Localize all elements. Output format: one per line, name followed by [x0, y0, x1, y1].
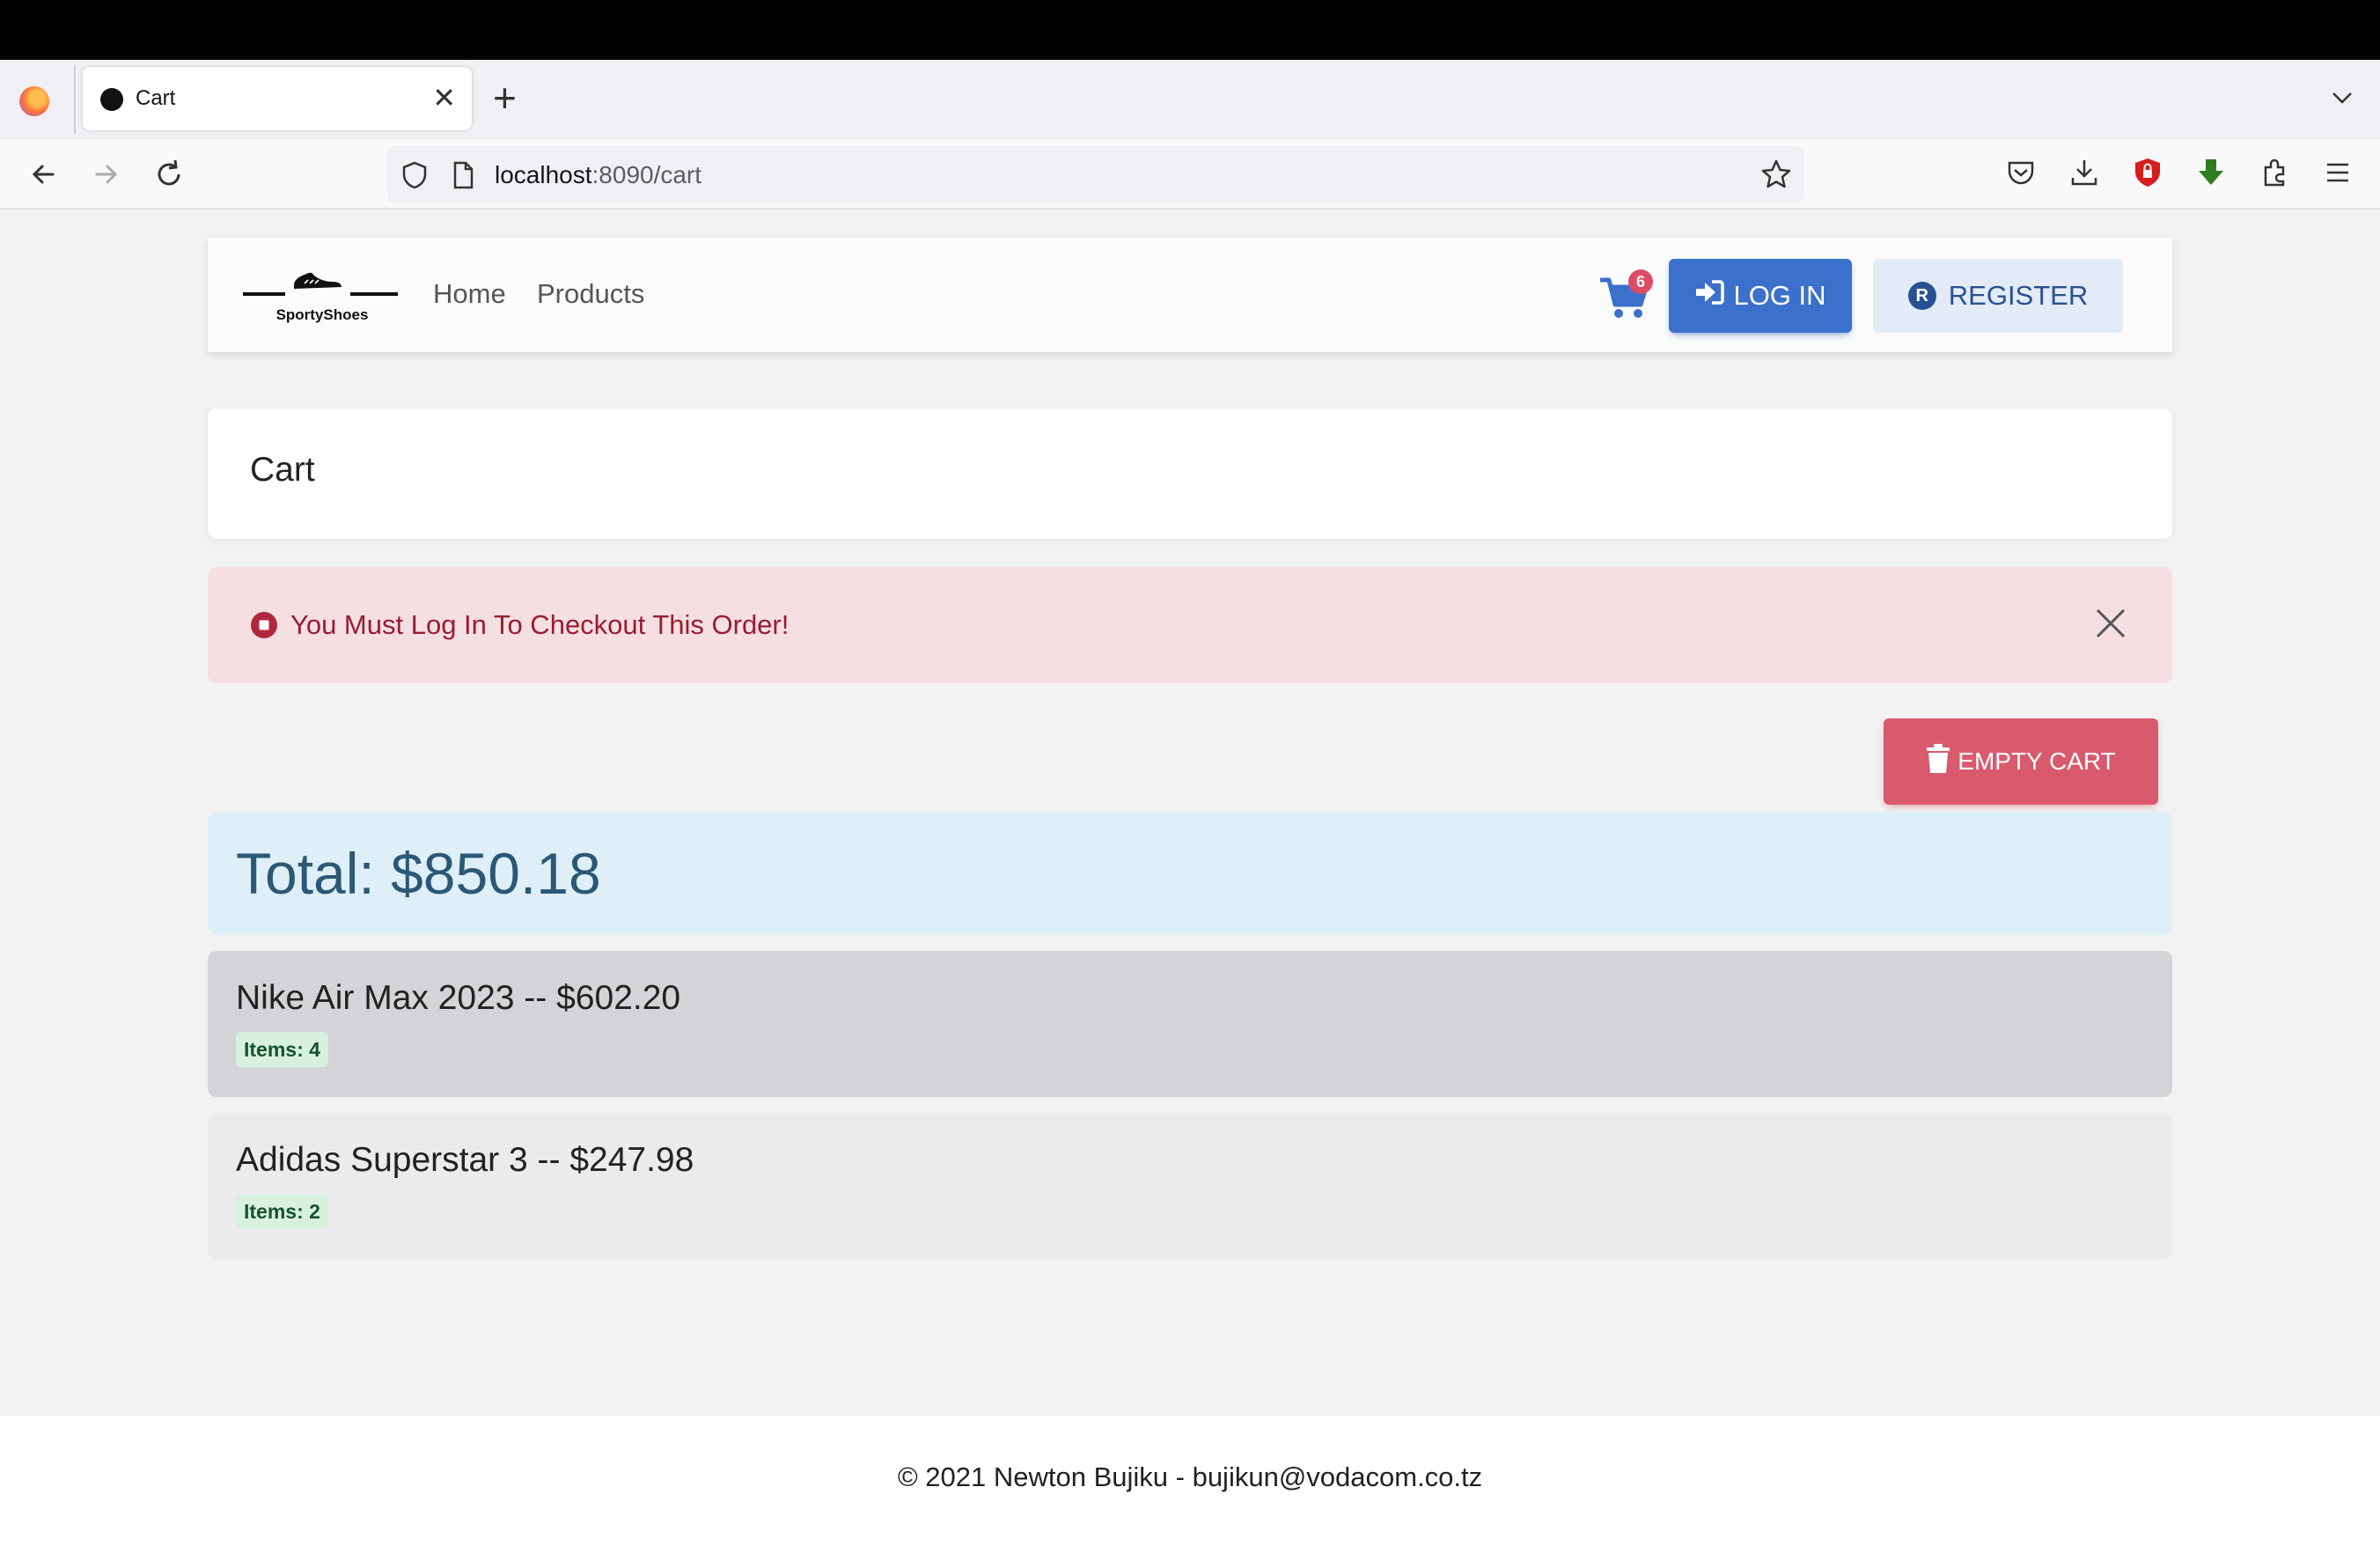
register-button[interactable]: R REGISTER [1873, 259, 2123, 333]
registered-icon: R [1907, 282, 1936, 310]
login-label: LOG IN [1733, 280, 1826, 311]
pocket-icon[interactable] [2005, 157, 2037, 193]
extensions-icon[interactable] [2259, 157, 2290, 193]
list-item[interactable]: Nike Air Max 2023 -- $602.20 Items: 4 [208, 951, 2172, 1097]
trash-icon [1926, 743, 1950, 780]
forward-icon[interactable] [88, 157, 123, 196]
item-quantity-badge: Items: 4 [236, 1032, 328, 1067]
item-title: Adidas Superstar 3 -- $247.98 [236, 1141, 694, 1179]
item-title: Nike Air Max 2023 -- $602.20 [236, 979, 681, 1017]
firefox-icon[interactable] [19, 86, 49, 116]
url-bar[interactable]: localhost:8090/cart [387, 146, 1804, 202]
empty-cart-label: EMPTY CART [1958, 747, 2116, 775]
brand-name: SportyShoes [275, 306, 369, 323]
cart-total-panel: Total: $850.18 [208, 812, 2172, 935]
nav-link-products[interactable]: Products [537, 278, 644, 310]
nav-link-home[interactable]: Home [433, 278, 506, 310]
login-button[interactable]: LOG IN [1669, 259, 1852, 333]
tab-divider [74, 65, 76, 134]
page-icon[interactable] [449, 160, 477, 195]
download-arrow-green-icon[interactable] [2195, 157, 2227, 193]
favicon-icon [100, 88, 123, 111]
browser-tabstrip: Cart ✕ + [0, 60, 2380, 139]
browser-toolbar: localhost:8090/cart [0, 139, 2380, 210]
download-icon[interactable] [2068, 157, 2100, 193]
new-tab-button[interactable]: + [493, 76, 517, 120]
cart-total: Total: $850.18 [236, 841, 601, 906]
empty-cart-button[interactable]: EMPTY CART [1884, 718, 2158, 805]
list-item[interactable]: Adidas Superstar 3 -- $247.98 Items: 2 [208, 1113, 2172, 1259]
shield-icon[interactable] [400, 160, 430, 195]
hamburger-menu-icon[interactable] [2322, 157, 2354, 193]
page-footer: © 2021 Newton Bujiku - bujikun@vodacom.c… [0, 1416, 2380, 1546]
page-title-card: Cart [208, 409, 2172, 539]
ublock-shield-icon[interactable] [2132, 157, 2163, 193]
tab-title: Cart [136, 86, 176, 110]
reload-icon[interactable] [151, 157, 187, 196]
page-title: Cart [250, 451, 315, 489]
site-header: SportyShoes Home Products 6 LOG IN R REG… [208, 238, 2172, 352]
close-icon[interactable] [2093, 606, 2128, 645]
login-required-alert: You Must Log In To Checkout This Order! [208, 567, 2172, 683]
shoe-logo-icon [243, 272, 398, 296]
alert-message: You Must Log In To Checkout This Order! [290, 609, 790, 640]
back-icon[interactable] [26, 157, 62, 196]
bookmark-star-icon[interactable] [1760, 158, 1792, 195]
tab-close-icon[interactable]: ✕ [432, 81, 456, 114]
chevron-down-icon[interactable] [2329, 85, 2355, 115]
url-text[interactable]: localhost:8090/cart [495, 161, 702, 189]
sign-in-icon [1694, 279, 1725, 313]
cart-count-badge: 6 [1628, 269, 1653, 294]
register-label: REGISTER [1948, 280, 2089, 311]
footer-copyright: © 2021 Newton Bujiku - bujikun@vodacom.c… [897, 1461, 1483, 1492]
os-menu-bar [0, 0, 2380, 60]
stop-circle-icon [250, 611, 278, 644]
tab-cart[interactable]: Cart ✕ [83, 67, 472, 130]
item-quantity-badge: Items: 2 [236, 1194, 328, 1229]
brand-logo[interactable]: SportyShoes [243, 259, 401, 333]
